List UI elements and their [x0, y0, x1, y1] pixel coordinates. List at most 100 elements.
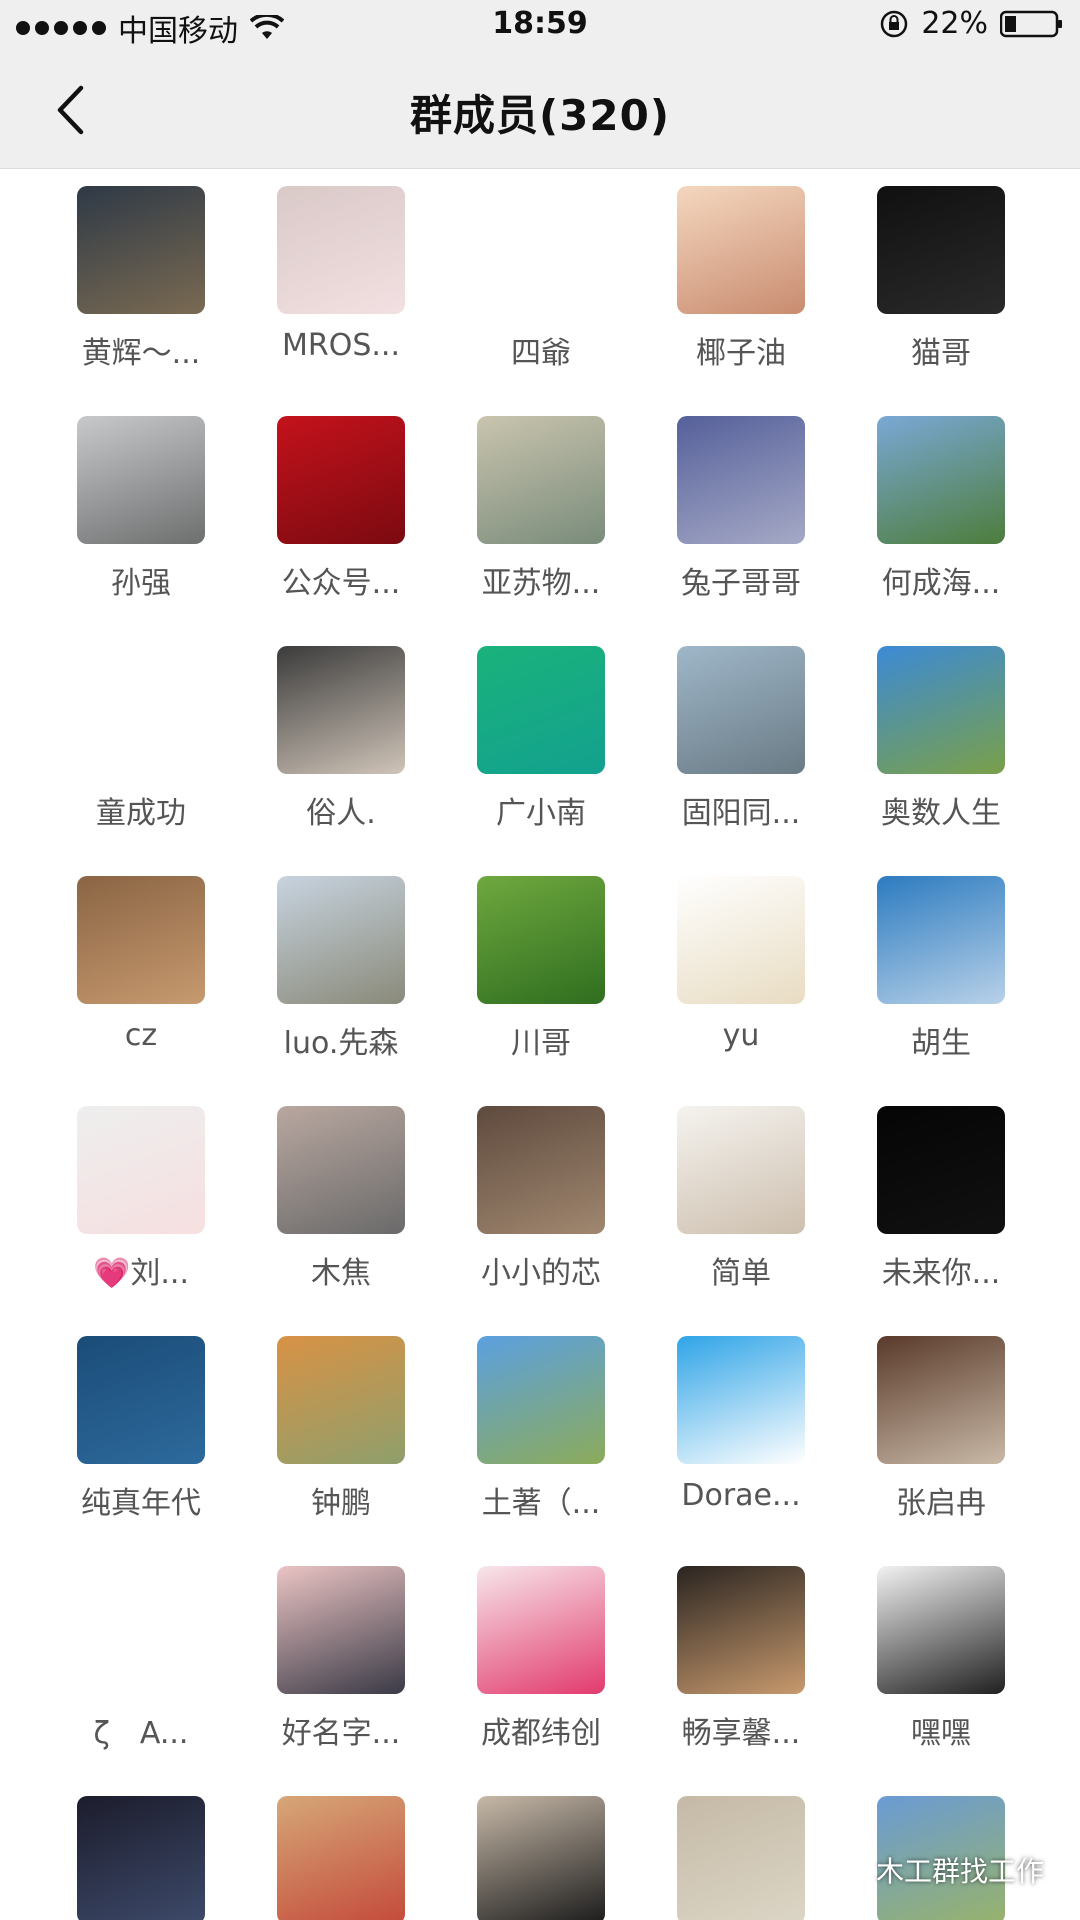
- member-avatar: [277, 646, 405, 774]
- member-item[interactable]: 木焦: [236, 1088, 436, 1298]
- orientation-lock-icon: [881, 10, 908, 37]
- member-item[interactable]: cz: [36, 858, 236, 1068]
- member-item[interactable]: 土著（...: [436, 1318, 636, 1528]
- member-item[interactable]: luo.先森: [236, 858, 436, 1068]
- member-name: 童成功: [96, 796, 186, 831]
- member-name: 何成海...: [881, 566, 1001, 601]
- member-item[interactable]: 亚苏物...: [436, 398, 636, 608]
- status-bar: 中国移动 18:59 22%: [0, 0, 1080, 52]
- member-name: 椰子油: [696, 336, 786, 371]
- member-name: 兔子哥哥: [681, 566, 801, 601]
- member-avatar: [77, 1106, 205, 1234]
- member-item[interactable]: 成都纬创: [436, 1548, 636, 1758]
- member-name: 奥数人生: [881, 796, 1001, 831]
- member-item[interactable]: 公众号...: [236, 398, 436, 608]
- member-item[interactable]: 钟鹏: [236, 1318, 436, 1528]
- member-item[interactable]: 俗人.: [236, 628, 436, 838]
- member-item[interactable]: 畅享馨...: [636, 1548, 836, 1758]
- member-item[interactable]: 简单: [636, 1088, 836, 1298]
- member-name: 公众号...: [281, 566, 401, 601]
- battery-percent: 22%: [921, 6, 988, 41]
- member-item[interactable]: 胡生: [836, 858, 1036, 1068]
- member-item[interactable]: 未来你...: [836, 1088, 1036, 1298]
- member-name: yu: [722, 1018, 760, 1053]
- member-item[interactable]: 嘿嘿: [836, 1548, 1036, 1758]
- member-avatar: [77, 876, 205, 1004]
- member-item[interactable]: [36, 1778, 236, 1920]
- member-name: 成都纬创: [481, 1716, 601, 1751]
- member-name: MROS...: [282, 328, 400, 363]
- member-item[interactable]: 猫哥: [836, 168, 1036, 378]
- member-avatar: [477, 1336, 605, 1464]
- member-item[interactable]: 兔子哥哥: [636, 398, 836, 608]
- carrier-name: 中国移动: [118, 14, 238, 49]
- member-avatar: [477, 876, 605, 1004]
- member-avatar: [677, 186, 805, 314]
- member-item[interactable]: ζ A...: [36, 1548, 236, 1758]
- member-item[interactable]: yu: [636, 858, 836, 1068]
- member-item[interactable]: 川哥: [436, 858, 636, 1068]
- member-item[interactable]: [836, 1778, 1036, 1920]
- member-avatar: [77, 1796, 205, 1920]
- member-item[interactable]: 何成海...: [836, 398, 1036, 608]
- status-left: 中国移动: [16, 6, 284, 50]
- member-avatar: [477, 416, 605, 544]
- member-grid: 黄辉～... MROS... 四爺 椰子油 猫哥孙强 公众号... 亚苏物... 兔子哥哥 何成…: [0, 168, 1080, 1920]
- member-avatar: [277, 1566, 405, 1694]
- member-name: 张启冉: [896, 1486, 986, 1521]
- member-item[interactable]: 孙强: [36, 398, 236, 608]
- member-item[interactable]: 纯真年代: [36, 1318, 236, 1528]
- member-item[interactable]: [436, 1778, 636, 1920]
- member-avatar: [477, 186, 605, 314]
- member-item[interactable]: [636, 1778, 836, 1920]
- member-name: 木焦: [311, 1256, 371, 1291]
- member-name: luo.先森: [283, 1026, 399, 1061]
- member-item[interactable]: MROS...: [236, 168, 436, 378]
- member-name: 💗刘...: [93, 1256, 189, 1291]
- member-name: 广小南: [496, 796, 586, 831]
- member-avatar: [277, 1106, 405, 1234]
- member-name: 简单: [711, 1256, 771, 1291]
- member-item[interactable]: [236, 1778, 436, 1920]
- member-name: 亚苏物...: [481, 566, 601, 601]
- member-avatar: [77, 1336, 205, 1464]
- member-name: cz: [124, 1018, 158, 1053]
- member-avatar: [677, 416, 805, 544]
- member-avatar: [77, 186, 205, 314]
- member-item[interactable]: Dorae...: [636, 1318, 836, 1528]
- member-item[interactable]: 椰子油: [636, 168, 836, 378]
- member-item[interactable]: 💗刘...: [36, 1088, 236, 1298]
- member-name: 钟鹏: [311, 1486, 371, 1521]
- member-name: 四爺: [511, 336, 571, 371]
- signal-strength-icon: [16, 21, 106, 35]
- member-avatar: [877, 646, 1005, 774]
- member-item[interactable]: 小小的芯: [436, 1088, 636, 1298]
- member-avatar: [277, 876, 405, 1004]
- member-item[interactable]: 广小南: [436, 628, 636, 838]
- back-button[interactable]: [40, 78, 100, 142]
- member-item[interactable]: 四爺: [436, 168, 636, 378]
- member-name: 川哥: [511, 1026, 571, 1061]
- member-item[interactable]: 固阳同...: [636, 628, 836, 838]
- watermark: 木工群找工作: [822, 1850, 1044, 1890]
- member-item[interactable]: 黄辉～...: [36, 168, 236, 378]
- member-item[interactable]: 好名字...: [236, 1548, 436, 1758]
- member-avatar: [77, 416, 205, 544]
- member-avatar: [877, 1106, 1005, 1234]
- member-avatar: [877, 1336, 1005, 1464]
- member-avatar: [677, 876, 805, 1004]
- member-item[interactable]: 童成功: [36, 628, 236, 838]
- watermark-text: 木工群找工作: [875, 1855, 1044, 1888]
- member-name: ζ A...: [93, 1716, 189, 1751]
- member-avatar: [277, 1336, 405, 1464]
- member-avatar: [677, 1796, 805, 1920]
- member-item[interactable]: 张启冉: [836, 1318, 1036, 1528]
- member-item[interactable]: 奥数人生: [836, 628, 1036, 838]
- member-avatar: [877, 876, 1005, 1004]
- member-name: 孙强: [111, 566, 171, 601]
- member-avatar: [677, 646, 805, 774]
- nav-bar: 群成员(320): [0, 52, 1080, 169]
- member-name: 固阳同...: [681, 796, 801, 831]
- member-avatar: [477, 646, 605, 774]
- member-avatar: [477, 1106, 605, 1234]
